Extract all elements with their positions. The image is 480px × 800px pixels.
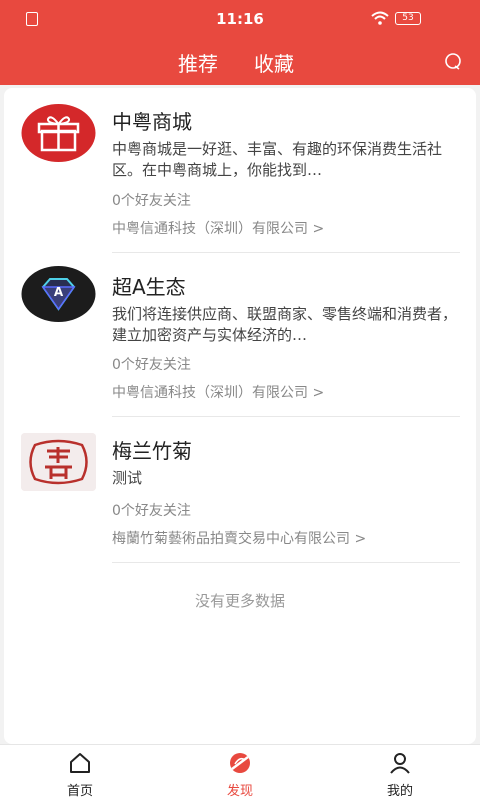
home-icon (70, 753, 90, 773)
item-company-link[interactable]: 中粤信通科技（深圳）有限公司 > (112, 382, 324, 402)
no-more-data: 没有更多数据 (194, 592, 285, 610)
item-followers: 0个好友关注 (112, 193, 191, 209)
header: 推荐 收藏 (0, 38, 480, 85)
item-followers: 0个好友关注 (112, 357, 191, 373)
item-name: 中粤商城 (112, 110, 192, 134)
item-followers: 0个好友关注 (112, 503, 191, 519)
tab-recommend[interactable]: 推荐 (178, 48, 218, 77)
item-company-link[interactable]: 梅蘭竹菊藝術品拍賣交易中心有限公司 > (112, 528, 366, 548)
status-bar: 11:16 53 (0, 0, 480, 38)
diamond-a-icon: A (21, 265, 96, 323)
divider (112, 562, 460, 563)
item-name: 梅兰竹菊 (112, 439, 192, 463)
seal-logo (21, 433, 96, 491)
user-icon (390, 753, 410, 774)
list-item[interactable]: A 超A生态 我们将连接供应商、联盟商家、零售终端和消费者，建立加密资产与实体经… (4, 253, 476, 417)
tab-home-label: 首页 (66, 784, 93, 799)
item-description: 中粤商城是一好逛、丰富、有趣的环保消费生活社区。在中粤商城上，你能找到… (112, 140, 443, 179)
battery-icon: 53 (395, 12, 421, 25)
list-item[interactable]: 中粤商城 中粤商城是一好逛、丰富、有趣的环保消费生活社区。在中粤商城上，你能找到… (4, 88, 476, 253)
gift-icon (21, 104, 96, 162)
bottom-tab-bar: 首页 发现 我的 (0, 744, 480, 800)
svg-text:A: A (54, 285, 64, 299)
tab-home[interactable]: 首页 (40, 745, 120, 800)
tab-mine[interactable]: 我的 (360, 745, 440, 800)
discover-icon (230, 753, 250, 773)
item-description: 我们将连接供应商、联盟商家、零售终端和消费者，建立加密资产与实体经济的… (112, 305, 458, 344)
tab-mine-label: 我的 (386, 784, 413, 799)
search-icon[interactable] (444, 52, 462, 70)
tab-favorites[interactable]: 收藏 (254, 48, 294, 77)
tab-discover[interactable]: 发现 (200, 745, 280, 800)
tab-discover-label: 发现 (226, 784, 253, 799)
item-company-link[interactable]: 中粤信通科技（深圳）有限公司 > (112, 218, 324, 238)
app-list: 中粤商城 中粤商城是一好逛、丰富、有趣的环保消费生活社区。在中粤商城上，你能找到… (4, 88, 476, 744)
wifi-icon (371, 11, 389, 25)
list-item[interactable]: 梅兰竹菊 测试 0个好友关注 梅蘭竹菊藝術品拍賣交易中心有限公司 > (4, 417, 476, 577)
item-name: 超A生态 (112, 275, 186, 299)
